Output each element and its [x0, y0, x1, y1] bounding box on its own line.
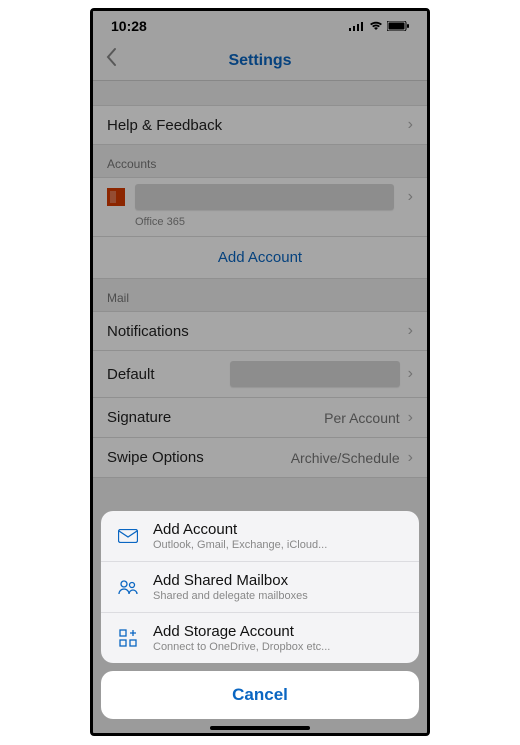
action-sheet-group: Add Account Outlook, Gmail, Exchange, iC…: [101, 511, 419, 663]
add-shared-mailbox-item[interactable]: Add Shared Mailbox Shared and delegate m…: [101, 562, 419, 613]
people-icon: [115, 579, 141, 595]
sheet-item-title: Add Storage Account: [153, 623, 330, 640]
add-account-item[interactable]: Add Account Outlook, Gmail, Exchange, iC…: [101, 511, 419, 562]
mail-icon: [115, 529, 141, 543]
action-sheet: Add Account Outlook, Gmail, Exchange, iC…: [101, 511, 419, 719]
sheet-item-sub: Shared and delegate mailboxes: [153, 590, 308, 602]
add-storage-account-item[interactable]: Add Storage Account Connect to OneDrive,…: [101, 613, 419, 663]
sheet-item-sub: Outlook, Gmail, Exchange, iCloud...: [153, 539, 327, 551]
sheet-item-sub: Connect to OneDrive, Dropbox etc...: [153, 641, 330, 653]
home-indicator[interactable]: [210, 726, 310, 730]
cancel-button[interactable]: Cancel: [101, 671, 419, 719]
sheet-item-title: Add Account: [153, 521, 327, 538]
grid-plus-icon: [115, 629, 141, 647]
phone-screen: 10:28 Settings Help & Feedback › Account…: [90, 8, 430, 736]
sheet-item-title: Add Shared Mailbox: [153, 572, 308, 589]
